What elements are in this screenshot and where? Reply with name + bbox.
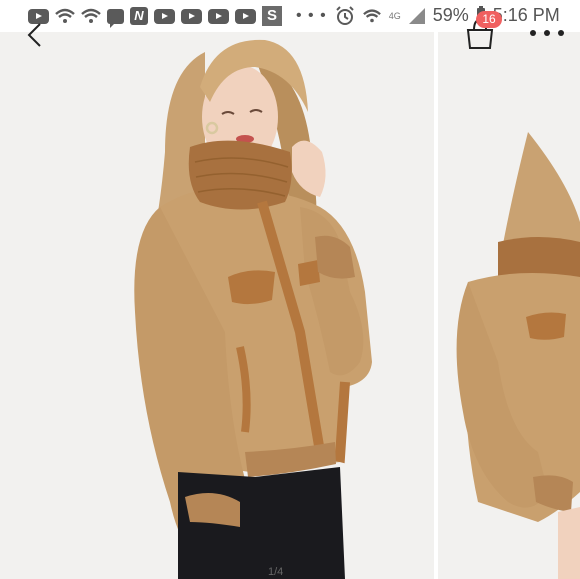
more-horizontal-icon [544, 30, 550, 36]
alarm-icon [335, 5, 355, 26]
more-horizontal-icon [530, 30, 536, 36]
next-model-illustration [438, 32, 580, 579]
network-type: 4G [388, 10, 401, 21]
s-app-icon: S [262, 6, 282, 26]
cart-count-badge: 16 [476, 11, 502, 28]
youtube-icon [181, 8, 202, 24]
n-app-icon: N [130, 7, 148, 25]
next-product-photo[interactable] [438, 32, 580, 579]
wifi-icon [81, 8, 101, 24]
signal-icon [408, 7, 425, 24]
model-illustration [0, 32, 434, 579]
youtube-icon [235, 8, 256, 24]
back-button[interactable] [20, 18, 52, 50]
youtube-icon [154, 8, 175, 24]
more-options-button[interactable] [530, 26, 564, 40]
status-indicators: • • • 4G 59% 5:16 PM [296, 5, 560, 26]
page-indicator: 1/4 [268, 566, 284, 578]
wifi-icon [362, 8, 381, 24]
youtube-icon [208, 8, 229, 24]
product-image-gallery[interactable] [0, 32, 580, 579]
wifi-icon [55, 8, 75, 24]
chat-icon [107, 8, 124, 28]
more-dots-icon: • • • [296, 6, 327, 24]
clock: 5:16 PM [492, 5, 560, 25]
more-horizontal-icon [558, 30, 564, 36]
chevron-left-icon [27, 23, 41, 47]
main-product-photo[interactable] [0, 32, 434, 579]
notification-icons: N S [28, 6, 282, 28]
